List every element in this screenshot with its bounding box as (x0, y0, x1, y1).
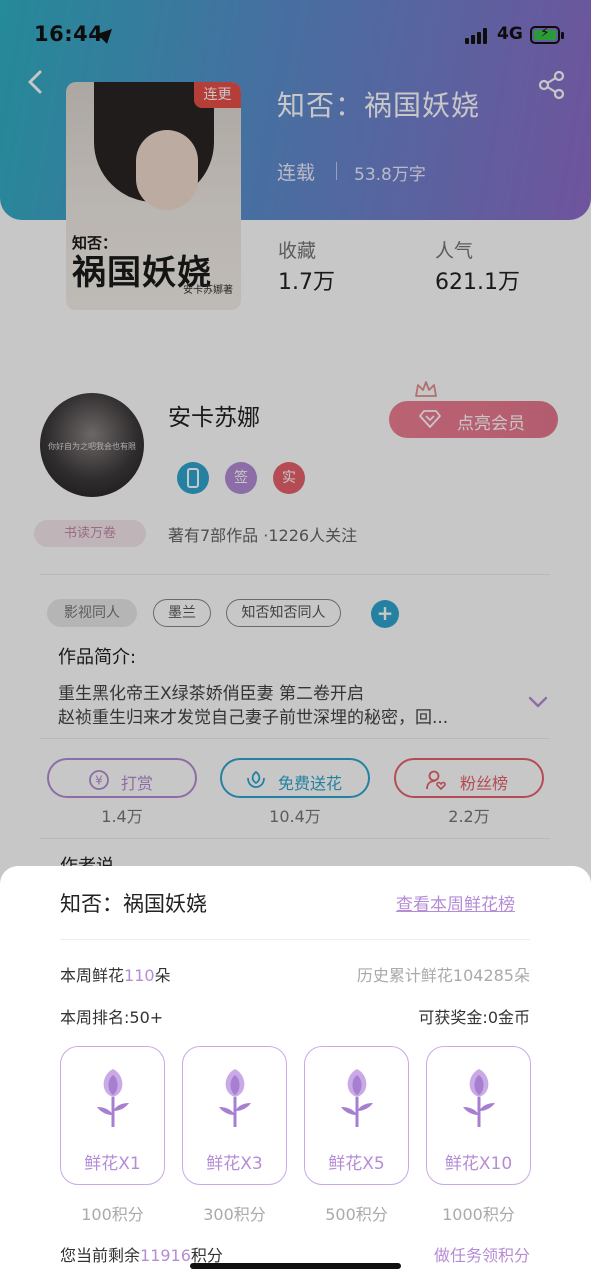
weekly-rank: 本周排名:50+ (60, 1008, 164, 1027)
history-flowers: 历史累计鲜花104285朵 (356, 966, 530, 985)
flower-cost: 100积分 (81, 1205, 144, 1224)
divider (60, 939, 530, 940)
flower-cost: 500积分 (325, 1205, 388, 1224)
flower-icon (97, 1069, 129, 1127)
sheet-title: 知否：祸国妖娆 (60, 892, 207, 916)
flower-option-label: 鲜花X5 (328, 1154, 385, 1174)
flower-icon (341, 1069, 373, 1127)
flower-option-label: 鲜花X3 (206, 1154, 263, 1174)
weekly-flowers-value: 110 (124, 966, 155, 985)
flower-icon (463, 1069, 495, 1127)
flower-cost: 1000积分 (442, 1205, 515, 1224)
flower-option-label: 鲜花X10 (444, 1154, 513, 1174)
flower-icon (219, 1069, 251, 1127)
flower-option-1[interactable]: 鲜花X1 (60, 1046, 165, 1185)
weekly-flowers-prefix: 本周鲜花 (60, 966, 125, 985)
flower-option-label: 鲜花X1 (84, 1154, 141, 1174)
balance-prefix: 您当前剩余 (60, 1246, 141, 1265)
home-indicator (190, 1263, 401, 1269)
flower-option-3[interactable]: 鲜花X3 (182, 1046, 287, 1185)
weekly-flowers: 本周鲜花110朵 (60, 962, 171, 986)
flower-option-5[interactable]: 鲜花X5 (304, 1046, 409, 1185)
flower-cost: 300积分 (203, 1205, 266, 1224)
task-link[interactable]: 做任务领积分 (434, 1242, 530, 1266)
reward: 可获奖金:0金币 (418, 1008, 530, 1027)
weekly-flower-rank-link[interactable]: 查看本周鲜花榜 (396, 890, 515, 915)
balance-value: 11916 (140, 1246, 191, 1265)
flower-option-10[interactable]: 鲜花X10 (426, 1046, 531, 1185)
weekly-flowers-suffix: 朵 (154, 966, 171, 985)
